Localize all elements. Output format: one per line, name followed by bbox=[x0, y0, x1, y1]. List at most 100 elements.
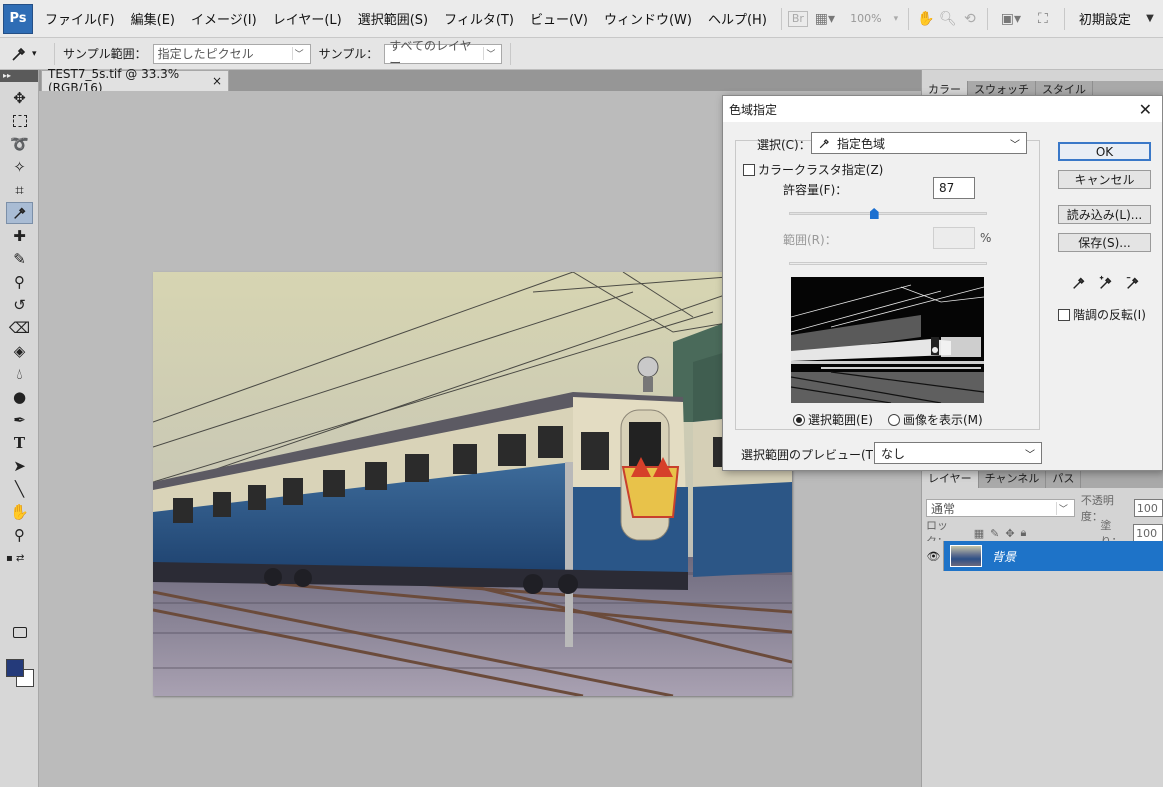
hand-icon[interactable]: ✋ bbox=[915, 8, 937, 30]
menu-bar: Ps ファイル(F) 編集(E) イメージ(I) レイヤー(L) 選択範囲(S)… bbox=[0, 0, 1163, 38]
workspace-dropdown-icon[interactable]: ▼ bbox=[1139, 8, 1161, 30]
eyedropper-icon bbox=[1073, 277, 1085, 289]
cluster-checkbox-row[interactable]: カラークラスタ指定(Z) bbox=[743, 161, 883, 178]
clone-stamp-tool[interactable]: ⚲ bbox=[6, 271, 33, 293]
menu-view[interactable]: ビュー(V) bbox=[522, 9, 596, 28]
eyedropper-button[interactable] bbox=[1068, 272, 1090, 294]
arrange-documents-icon[interactable]: ▣▾ bbox=[994, 8, 1028, 30]
cluster-label: カラークラスタ指定(Z) bbox=[758, 163, 884, 177]
magic-wand-tool[interactable]: ✧ bbox=[6, 156, 33, 178]
panel-grip[interactable]: ▸▸ bbox=[0, 70, 38, 82]
blend-mode-select[interactable]: 通常 ﹀ bbox=[926, 499, 1075, 517]
workspace-switcher[interactable]: 初期設定 bbox=[1071, 9, 1139, 28]
radio-image[interactable] bbox=[888, 414, 900, 426]
invert-checkbox-row[interactable]: 階調の反転(I) bbox=[1058, 306, 1146, 323]
lock-all-icon[interactable]: 🔒︎ bbox=[1021, 526, 1027, 540]
eyedropper-plus-button[interactable] bbox=[1095, 272, 1117, 294]
blur-tool[interactable]: 💧︎ bbox=[6, 363, 33, 385]
close-icon[interactable]: × bbox=[212, 74, 222, 88]
menu-filter[interactable]: フィルタ(T) bbox=[436, 9, 522, 28]
document-tab[interactable]: TEST7_5s.tif @ 33.3% (RGB/16) × bbox=[41, 67, 229, 95]
tab-layers[interactable]: レイヤー bbox=[922, 470, 979, 488]
save-button[interactable]: 保存(S)... bbox=[1058, 233, 1151, 252]
menu-layer[interactable]: レイヤー(L) bbox=[265, 9, 350, 28]
healing-brush-tool[interactable]: ✚ bbox=[6, 225, 33, 247]
tool-preset-picker[interactable]: ▾ bbox=[10, 45, 50, 63]
options-separator bbox=[510, 42, 512, 65]
marquee-tool[interactable] bbox=[6, 110, 33, 132]
tab-paths[interactable]: パス bbox=[1046, 470, 1082, 488]
sample-size-select[interactable]: 指定したピクセル ﹀ bbox=[152, 43, 311, 64]
color-range-dialog: 色域指定 ✕ 選択(C)： 指定色域 ﹀ カラークラスタ指定(Z) 許容量(F)… bbox=[722, 95, 1163, 471]
radio-selection[interactable] bbox=[793, 414, 805, 426]
line-tool[interactable]: ╲ bbox=[6, 478, 33, 500]
dodge-tool[interactable]: ● bbox=[6, 386, 33, 408]
zoom-icon[interactable]: 🔍︎ bbox=[937, 8, 959, 30]
preview-mode-label: 選択範囲のプレビュー(T)： bbox=[741, 448, 890, 462]
fuzziness-input[interactable]: 87 bbox=[933, 177, 975, 199]
fuzziness-slider-track[interactable] bbox=[789, 212, 987, 215]
path-selection-tool[interactable]: ➤ bbox=[6, 455, 33, 477]
lasso-tool[interactable]: ➰ bbox=[6, 133, 33, 155]
pen-tool[interactable]: ✒ bbox=[6, 409, 33, 431]
ok-button[interactable]: OK bbox=[1058, 142, 1151, 161]
crop-tool[interactable]: ⌗ bbox=[6, 179, 33, 201]
move-tool[interactable]: ✥ bbox=[6, 87, 33, 109]
menu-select[interactable]: 選択範囲(S) bbox=[350, 9, 436, 28]
eyedropper-icon bbox=[13, 207, 25, 219]
sample-layers-value: すべてのレイヤー bbox=[389, 38, 472, 70]
layer-row-background[interactable]: 👁︎ 背景 bbox=[924, 541, 1163, 571]
eyedropper-minus-button[interactable] bbox=[1122, 272, 1144, 294]
cancel-button[interactable]: キャンセル bbox=[1058, 170, 1151, 189]
quick-mask-icon[interactable] bbox=[6, 621, 33, 643]
tools-panel: ▸▸ ✥ ➰ ✧ ⌗ ✚ ✎ ⚲ ↺ ⌫ ◈ 💧︎ ● ✒ T ➤ ╲ ✋ ⚲ … bbox=[0, 70, 39, 787]
load-button[interactable]: 読み込み(L)... bbox=[1058, 205, 1151, 224]
photoshop-logo: Ps bbox=[3, 3, 33, 34]
bridge-button[interactable]: Br bbox=[787, 10, 808, 27]
foreground-color-swatch[interactable] bbox=[6, 659, 24, 677]
opacity-input[interactable]: 100 bbox=[1133, 499, 1163, 517]
radio-selection-row[interactable]: 選択範囲(E) bbox=[793, 411, 873, 428]
lock-position-icon[interactable]: ✥ bbox=[1005, 527, 1014, 540]
preview-mode-dropdown[interactable]: なし ﹀ bbox=[874, 442, 1042, 464]
menu-window[interactable]: ウィンドウ(W) bbox=[596, 9, 700, 28]
menu-file[interactable]: ファイル(F) bbox=[37, 9, 123, 28]
zoom-tool[interactable]: ⚲ bbox=[6, 524, 33, 546]
lock-paint-icon[interactable]: ✎ bbox=[990, 527, 999, 540]
lock-transparent-icon[interactable]: ▦ bbox=[974, 527, 984, 540]
brush-tool[interactable]: ✎ bbox=[6, 248, 33, 270]
sample-layers-select[interactable]: すべてのレイヤー ﹀ bbox=[384, 39, 503, 70]
type-tool[interactable]: T bbox=[6, 432, 33, 454]
menu-image[interactable]: イメージ(I) bbox=[183, 9, 265, 28]
close-icon[interactable]: ✕ bbox=[1139, 100, 1156, 119]
fill-input[interactable]: 100 bbox=[1133, 524, 1163, 542]
layers-panel-tabs: レイヤー チャンネル パス bbox=[922, 470, 1163, 488]
eraser-tool[interactable]: ⌫ bbox=[6, 317, 33, 339]
extras-icon[interactable]: ▦▾ bbox=[808, 8, 842, 30]
radio-selection-label: 選択範囲(E) bbox=[808, 413, 873, 427]
tab-channels[interactable]: チャンネル bbox=[979, 470, 1047, 488]
hand-tool[interactable]: ✋ bbox=[6, 501, 33, 523]
menu-help[interactable]: ヘルプ(H) bbox=[700, 9, 775, 28]
menu-separator bbox=[1063, 7, 1065, 30]
zoom-level[interactable]: 100% bbox=[842, 12, 890, 25]
select-dropdown[interactable]: 指定色域 ﹀ bbox=[811, 132, 1027, 154]
cluster-checkbox[interactable] bbox=[743, 164, 755, 176]
dialog-title-bar: 色域指定 ✕ bbox=[723, 96, 1162, 122]
dialog-title: 色域指定 bbox=[729, 102, 778, 117]
zoom-dropdown-icon[interactable]: ▾ bbox=[890, 8, 902, 30]
swap-colors-icon[interactable]: ▪ ⇄ bbox=[6, 547, 33, 569]
menu-edit[interactable]: 編集(E) bbox=[123, 9, 183, 28]
eye-icon[interactable]: 👁︎ bbox=[924, 541, 944, 571]
radio-image-row[interactable]: 画像を表示(M) bbox=[888, 411, 983, 428]
paint-bucket-tool[interactable]: ◈ bbox=[6, 340, 33, 362]
blend-mode-value: 通常 bbox=[931, 501, 956, 516]
selection-preview[interactable] bbox=[791, 277, 984, 403]
history-brush-tool[interactable]: ↺ bbox=[6, 294, 33, 316]
screen-mode-icon[interactable]: ⛶ bbox=[1028, 8, 1058, 30]
rotate-view-icon[interactable]: ⟲ bbox=[959, 8, 981, 30]
eyedropper-tool[interactable] bbox=[6, 202, 33, 224]
invert-checkbox[interactable] bbox=[1058, 309, 1070, 321]
sample-size-label: サンプル範囲： bbox=[63, 47, 147, 61]
options-separator bbox=[54, 42, 55, 65]
